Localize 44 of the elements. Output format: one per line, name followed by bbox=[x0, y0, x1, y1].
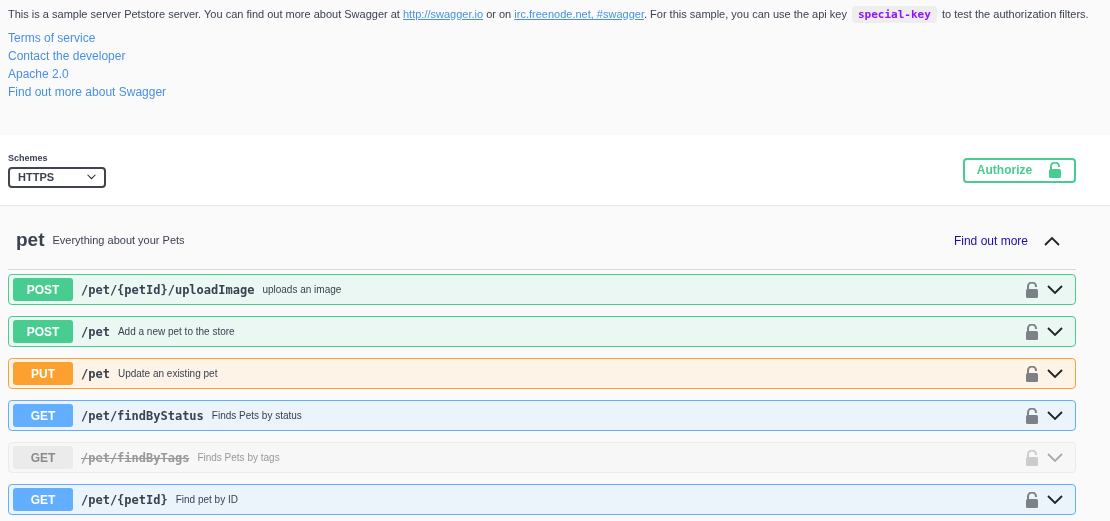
operation-row[interactable]: GET /pet/{petId} Find pet by ID bbox=[8, 484, 1076, 515]
method-badge: PUT bbox=[13, 362, 73, 385]
endpoint-summary: Add a new pet to the store bbox=[117, 325, 235, 339]
padlock-icon bbox=[1025, 449, 1039, 466]
schemes-select[interactable]: HTTPS bbox=[8, 166, 106, 188]
chevron-down-icon[interactable] bbox=[1047, 326, 1063, 337]
padlock-icon bbox=[1025, 281, 1039, 298]
operation-row[interactable]: POST /pet/{petId}/uploadImage uploads an image bbox=[8, 274, 1076, 305]
endpoint-path: /pet/{petId} bbox=[81, 491, 168, 509]
chevron-down-icon[interactable] bbox=[1047, 410, 1063, 421]
endpoint-path: /pet/{petId}/uploadImage bbox=[81, 281, 255, 299]
chevron-down-icon[interactable] bbox=[1047, 494, 1063, 505]
endpoint-summary: uploads an image bbox=[262, 283, 342, 297]
operation-row[interactable]: GET /pet/findByStatus Finds Pets by status bbox=[8, 400, 1076, 431]
endpoint-summary: Finds Pets by status bbox=[211, 409, 302, 423]
padlock-icon bbox=[1025, 323, 1039, 340]
description-text: This is a sample server Petstore server. You can find out more about Swagger at http://swagger.io or on irc.freenode.net, #swagger. For this sample, you can use the api key special-key to test the authorization filters. bbox=[8, 6, 1090, 23]
padlock-icon bbox=[1025, 407, 1039, 424]
tag-description: Everything about your Pets bbox=[52, 233, 185, 249]
api-key-code: special-key bbox=[852, 6, 937, 23]
method-badge: GET bbox=[13, 446, 73, 469]
padlock-icon bbox=[1048, 162, 1063, 178]
method-badge: GET bbox=[13, 404, 73, 427]
endpoint-path: /pet/findByStatus bbox=[81, 407, 204, 425]
tag-name[interactable]: pet bbox=[16, 226, 45, 255]
endpoint-path: /pet bbox=[81, 323, 110, 341]
operation-row[interactable]: POST /pet Add a new pet to the store bbox=[8, 316, 1076, 347]
chevron-down-icon[interactable] bbox=[1047, 368, 1063, 379]
padlock-icon bbox=[1025, 365, 1039, 382]
chevron-down-icon[interactable] bbox=[87, 174, 96, 181]
schemes-label: Schemes bbox=[8, 152, 49, 166]
endpoint-summary: Finds Pets by tags bbox=[197, 451, 280, 465]
endpoint-path: /pet/findByTags bbox=[81, 449, 190, 467]
chevron-down-icon[interactable] bbox=[1047, 284, 1063, 295]
endpoint-summary: Find pet by ID bbox=[175, 493, 238, 507]
find-out-more-link[interactable]: Find out more bbox=[953, 231, 1028, 250]
operation-row[interactable]: PUT /pet Update an existing pet bbox=[8, 358, 1076, 389]
method-badge: GET bbox=[13, 488, 73, 511]
method-badge: POST bbox=[13, 320, 73, 343]
chevron-up-icon[interactable] bbox=[1044, 235, 1060, 246]
endpoint-path: /pet bbox=[81, 365, 110, 383]
endpoint-summary: Update an existing pet bbox=[117, 367, 218, 381]
method-badge: POST bbox=[13, 278, 73, 301]
padlock-icon bbox=[1025, 491, 1039, 508]
